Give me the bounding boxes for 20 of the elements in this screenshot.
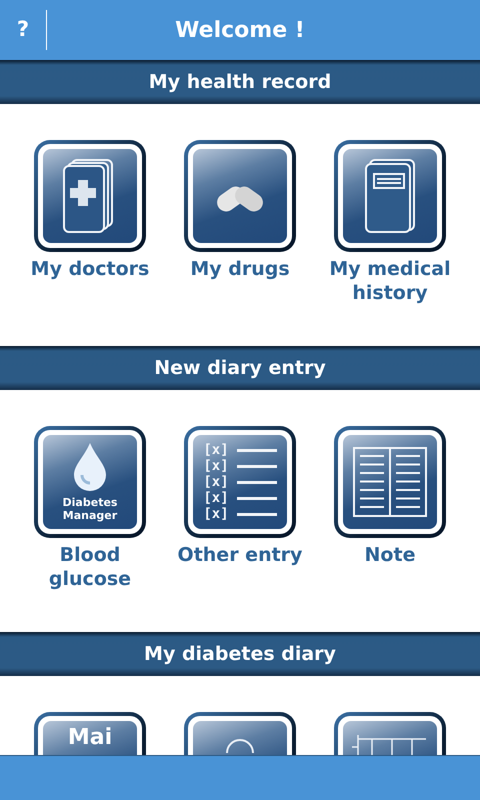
tile-label: My medical history	[328, 258, 452, 306]
tile-label: My drugs	[190, 258, 290, 282]
section-title: New diary entry	[154, 356, 326, 381]
tile-label: Blood glucose	[48, 544, 132, 592]
checkbox-mark: [x]	[203, 442, 229, 458]
section-title: My health record	[148, 70, 332, 95]
checkbox-mark: [x]	[203, 506, 229, 522]
checkbox-mark: [x]	[203, 490, 229, 506]
menu-tile-button[interactable]: [x] [x] [x] [x] [x]	[184, 426, 296, 538]
section-title: My diabetes diary	[144, 642, 336, 667]
header-title: Welcome !	[174, 16, 306, 44]
tile-label: My doctors	[30, 258, 150, 282]
checkbox-mark: [x]	[203, 474, 229, 490]
checkbox-mark: [x]	[203, 458, 229, 474]
month-text: Mai	[68, 724, 112, 752]
menu-tile-button[interactable]: Diabetes Manager	[34, 426, 146, 538]
tile-label: Other entry	[178, 544, 302, 568]
icon-caption: Diabetes Manager	[62, 497, 118, 523]
tile-label: Note	[364, 544, 416, 568]
menu-tile-button[interactable]: Mai	[34, 712, 146, 755]
